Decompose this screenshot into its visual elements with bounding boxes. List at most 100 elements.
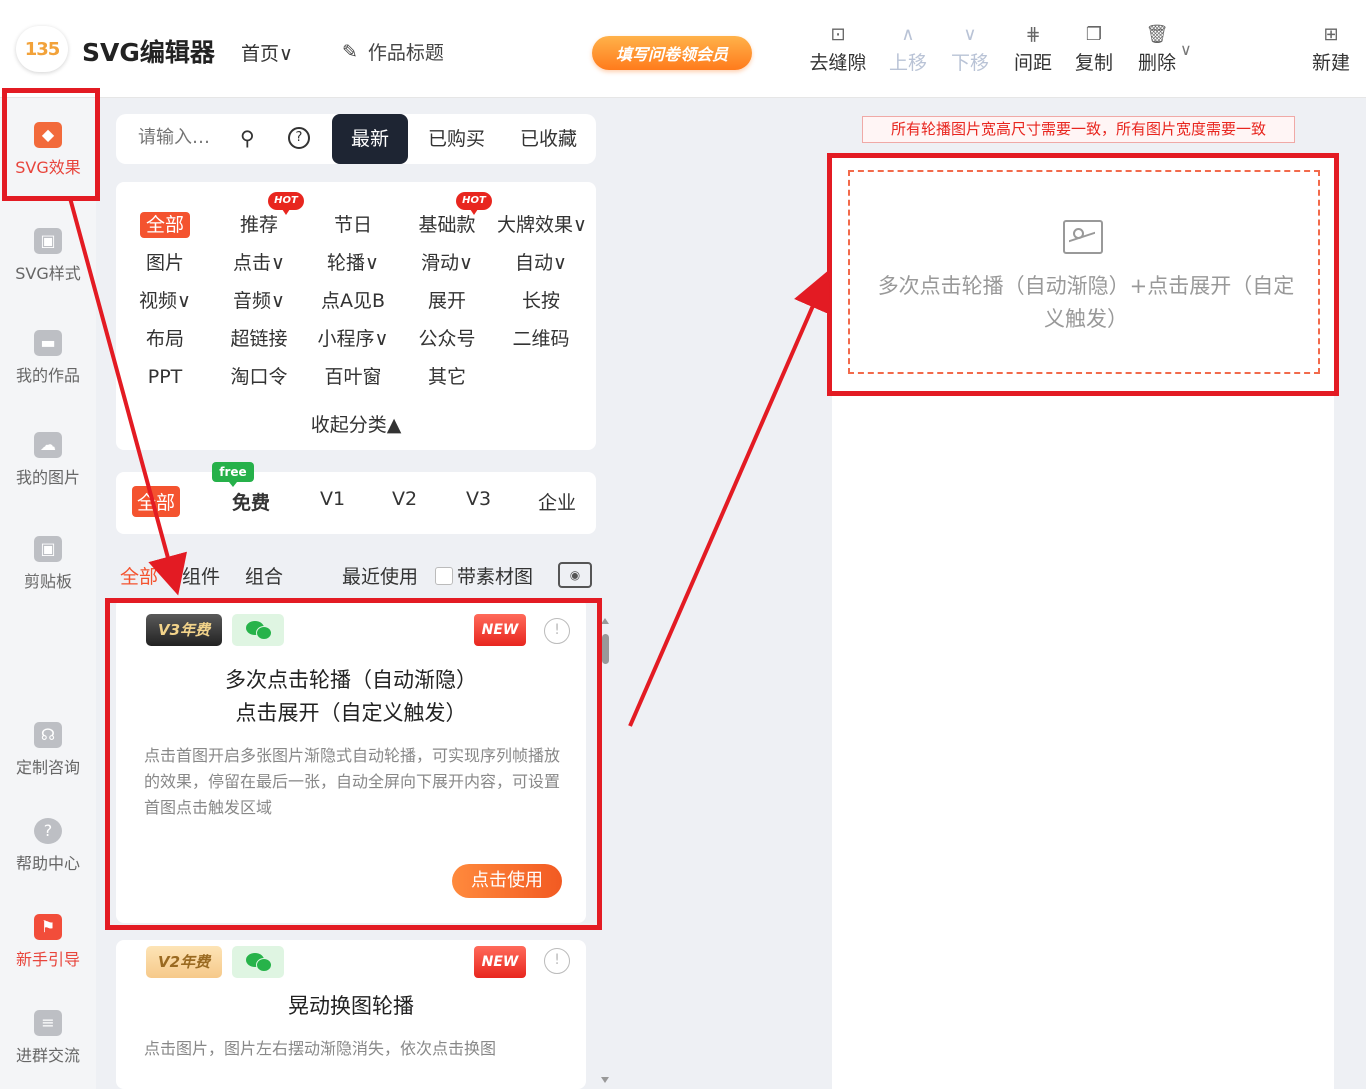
rail-item-my-works[interactable]: ▬ 我的作品 bbox=[0, 330, 96, 386]
move-up-icon: ∧ bbox=[901, 24, 915, 45]
logo[interactable]: 135 bbox=[16, 26, 68, 72]
move-down-button[interactable]: ∨ 下移 bbox=[938, 22, 1002, 75]
hot-badge: HOT bbox=[456, 192, 492, 215]
new-badge: NEW bbox=[474, 946, 526, 978]
category-item[interactable]: 点A见B bbox=[306, 286, 400, 316]
rail-item-svg-style[interactable]: ▣ SVG样式 bbox=[0, 228, 96, 284]
category-item[interactable]: 百叶窗 bbox=[306, 362, 400, 392]
title-edit-button[interactable]: ✎ 作品标题 bbox=[342, 38, 444, 65]
category-item[interactable]: 音频∨ bbox=[212, 286, 306, 316]
rail-item-group[interactable]: ≡ 进群交流 bbox=[0, 1010, 96, 1066]
tab-newest[interactable]: 最新 bbox=[332, 114, 408, 164]
tool-label: 间距 bbox=[1013, 52, 1052, 74]
category-item[interactable]: 推荐 bbox=[212, 210, 306, 240]
filter-component[interactable]: 组件 bbox=[182, 562, 220, 589]
category-item[interactable]: 大牌效果∨ bbox=[490, 210, 594, 240]
spacing-button[interactable]: ⋕ 间距 bbox=[1001, 22, 1065, 75]
category-item[interactable]: 公众号 bbox=[400, 324, 494, 354]
rail-item-my-images[interactable]: ☁ 我的图片 bbox=[0, 432, 96, 488]
document-icon: ≡ bbox=[34, 1010, 62, 1036]
search-icon[interactable]: ⚲ bbox=[240, 126, 255, 150]
category-item[interactable]: 节日 bbox=[306, 210, 400, 240]
template-card[interactable]: V2年费 NEW ! 晃动换图轮播 点击图片，图片左右摆动渐隐消失，依次点击换图 bbox=[116, 940, 586, 1089]
category-item[interactable]: 基础款 bbox=[400, 210, 494, 240]
category-item[interactable]: 淘口令 bbox=[212, 362, 306, 392]
rail-item-help[interactable]: ? 帮助中心 bbox=[0, 818, 96, 874]
wechat-icon bbox=[232, 946, 284, 978]
move-up-button[interactable]: ∧ 上移 bbox=[876, 22, 940, 75]
tab-favorited[interactable]: 已收藏 bbox=[520, 114, 577, 164]
rail-label: 进群交流 bbox=[15, 1046, 80, 1065]
guide-icon: ⚑ bbox=[34, 914, 62, 940]
rail-label: 我的作品 bbox=[15, 366, 80, 385]
rail-item-clipboard[interactable]: ▣ 剪贴板 bbox=[0, 536, 96, 592]
tool-label: 复制 bbox=[1074, 52, 1113, 74]
tab-bought[interactable]: 已购买 bbox=[428, 114, 485, 164]
scroll-down-icon[interactable] bbox=[601, 1077, 609, 1083]
info-icon[interactable]: ! bbox=[544, 948, 570, 974]
category-item[interactable]: 点击∨ bbox=[212, 248, 306, 278]
category-item[interactable]: 自动∨ bbox=[494, 248, 588, 278]
category-item[interactable]: 全部 bbox=[118, 210, 212, 240]
category-item[interactable]: 滑动∨ bbox=[400, 248, 494, 278]
checkbox[interactable] bbox=[435, 567, 453, 585]
home-menu[interactable]: 首页∨ bbox=[241, 39, 293, 66]
price-v2[interactable]: V2 bbox=[392, 488, 417, 510]
move-down-icon: ∨ bbox=[963, 24, 977, 45]
gap-icon: ⊡ bbox=[830, 24, 846, 45]
scroll-thumb[interactable] bbox=[602, 634, 609, 664]
category-item[interactable]: 布局 bbox=[118, 324, 212, 354]
filter-all[interactable]: 全部 bbox=[120, 562, 158, 589]
category-item[interactable]: 图片 bbox=[118, 248, 212, 278]
card-description: 点击图片，图片左右摆动渐隐消失，依次点击换图 bbox=[144, 1039, 497, 1058]
category-item[interactable]: 超链接 bbox=[212, 324, 306, 354]
category-item[interactable]: 二维码 bbox=[494, 324, 588, 354]
hot-badge: HOT bbox=[268, 192, 304, 215]
rail-item-guide[interactable]: ⚑ 新手引导 bbox=[0, 914, 96, 970]
rail-label: 剪贴板 bbox=[23, 572, 72, 591]
tool-label: 上移 bbox=[888, 52, 927, 74]
category-item[interactable]: 轮播∨ bbox=[306, 248, 400, 278]
app-title: SVG编辑器 bbox=[82, 38, 215, 67]
scroll-up-icon[interactable] bbox=[601, 618, 609, 624]
search-input[interactable] bbox=[138, 127, 218, 148]
category-item[interactable]: 小程序∨ bbox=[306, 324, 400, 354]
free-badge: free bbox=[212, 462, 254, 487]
with-material-toggle[interactable]: 带素材图 bbox=[435, 562, 533, 589]
tool-label: 下移 bbox=[950, 52, 989, 74]
style-icon: ▣ bbox=[34, 228, 62, 254]
remove-gap-button[interactable]: ⊡ 去缝隙 bbox=[806, 22, 870, 75]
category-item[interactable]: 其它 bbox=[400, 362, 494, 392]
help-circle-icon: ? bbox=[34, 818, 62, 844]
category-item[interactable]: 视频∨ bbox=[118, 286, 212, 316]
category-item[interactable]: PPT bbox=[118, 362, 212, 392]
price-v1[interactable]: V1 bbox=[320, 488, 345, 510]
category-item[interactable]: 长按 bbox=[494, 286, 588, 316]
new-file-icon: ⊞ bbox=[1323, 24, 1339, 45]
scrollbar[interactable] bbox=[601, 618, 609, 1089]
category-box: HOT HOT 全部 推荐 节日 基础款 大牌效果∨ 图片 点击∨ 轮播∨ 滑动… bbox=[116, 182, 596, 450]
help-icon[interactable]: ? bbox=[288, 127, 310, 149]
spacing-icon: ⋕ bbox=[1025, 24, 1041, 45]
rail-label: 定制咨询 bbox=[15, 758, 80, 777]
filter-combo[interactable]: 组合 bbox=[245, 562, 283, 589]
tool-label: 去缝隙 bbox=[809, 52, 867, 74]
logo-text: 135 bbox=[24, 38, 61, 60]
price-enterprise[interactable]: 企业 bbox=[538, 488, 576, 515]
pencil-icon: ✎ bbox=[342, 40, 358, 63]
collapse-categories-button[interactable]: 收起分类▲ bbox=[116, 410, 596, 437]
filter-recent[interactable]: 最近使用 bbox=[342, 562, 418, 589]
more-chevron-icon[interactable]: ∨ bbox=[1180, 40, 1192, 59]
copy-button[interactable]: ❐ 复制 bbox=[1062, 22, 1126, 75]
vip-survey-button[interactable]: 填写问卷领会员 bbox=[592, 36, 752, 70]
effects-panel: ⚲ ? 最新 已购买 已收藏 HOT HOT 全部 推荐 节日 基础款 大牌效果… bbox=[96, 98, 618, 1089]
price-v3[interactable]: V3 bbox=[466, 488, 491, 510]
preview-toggle-icon[interactable]: ◉ bbox=[558, 562, 592, 588]
category-item[interactable]: 展开 bbox=[400, 286, 494, 316]
size-notice: 所有轮播图片宽高尺寸需要一致，所有图片宽度需要一致 bbox=[862, 116, 1295, 143]
headset-icon: ☊ bbox=[34, 722, 62, 748]
new-button[interactable]: ⊞ 新建 bbox=[1299, 22, 1363, 75]
price-all[interactable]: 全部 bbox=[132, 486, 181, 517]
rail-item-consult[interactable]: ☊ 定制咨询 bbox=[0, 722, 96, 778]
price-free[interactable]: 免费 bbox=[232, 488, 270, 515]
